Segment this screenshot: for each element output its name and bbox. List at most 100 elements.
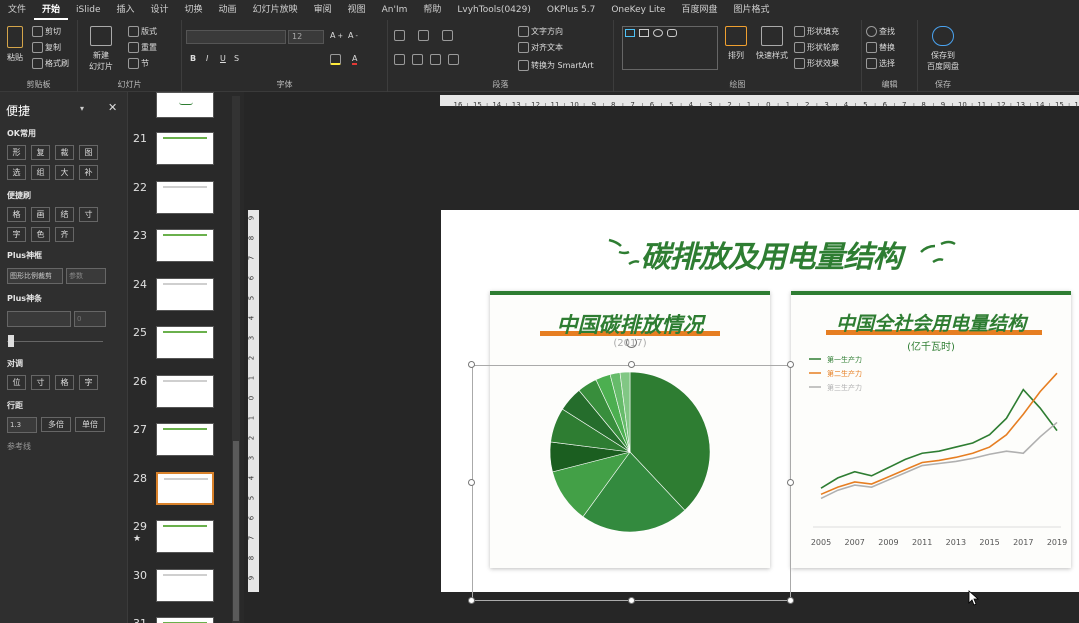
menu-tab[interactable]: 图片格式 (725, 0, 777, 20)
slide-thumbnail[interactable] (156, 423, 214, 456)
cut-button[interactable]: 剪切 (32, 26, 61, 37)
underline-icon[interactable]: U (220, 54, 226, 63)
menu-tab[interactable]: 开始 (34, 0, 69, 20)
find-button[interactable]: 查找 (866, 26, 895, 37)
slide-thumbnail[interactable] (156, 471, 214, 505)
bold-icon[interactable]: B (190, 54, 196, 63)
resize-handle[interactable] (787, 361, 794, 368)
replace-button[interactable]: 替换 (866, 42, 895, 53)
shape-fill-button[interactable]: 形状填充 (794, 26, 839, 37)
scrollbar-thumb[interactable] (233, 441, 239, 621)
textbox-shape-icon[interactable] (625, 29, 635, 37)
resize-handle[interactable] (468, 479, 475, 486)
vertical-ruler[interactable]: 9 8 7 6 5 4 3 2 1 0 1 2 3 4 5 6 7 8 9 (248, 210, 259, 592)
menu-tab[interactable]: 审阅 (306, 0, 340, 20)
series-line[interactable] (820, 388, 1058, 489)
rotate-handle-icon[interactable] (626, 337, 637, 348)
resize-handle[interactable] (468, 597, 475, 604)
horizontal-ruler[interactable]: 16 15 14 13 12 11 10 9 8 7 6 5 4 3 2 1 0 1 2 3 4 5 6 7 8 9 10 11 12 1… (440, 95, 1079, 109)
menu-tab[interactable]: 幻灯片放映 (245, 0, 306, 20)
slide-thumbnail[interactable] (156, 277, 214, 311)
single-spacing-button[interactable]: 单倍 (75, 417, 105, 432)
slide-thumbnail[interactable] (156, 617, 214, 623)
align-left-icon[interactable] (394, 54, 405, 65)
plus-bar-slider[interactable] (7, 341, 103, 342)
font-name-combo[interactable] (186, 30, 286, 44)
shape-effects-button[interactable]: 形状效果 (794, 58, 839, 69)
panel-tool-button[interactable]: 组 (31, 165, 50, 180)
panel-tool-button[interactable]: 格 (7, 207, 26, 222)
section-button[interactable]: 节 (128, 58, 149, 69)
panel-tool-button[interactable]: 补 (79, 165, 98, 180)
menu-tab[interactable]: An'Im (374, 0, 416, 20)
plus-bar-input[interactable] (7, 311, 71, 327)
copy-button[interactable]: 复制 (32, 42, 61, 53)
menu-tab[interactable]: 百度网盘 (673, 0, 725, 20)
menu-tab[interactable]: 帮助 (415, 0, 449, 20)
panel-tool-button[interactable]: 图 (79, 145, 98, 160)
slide-thumbnail[interactable] (156, 326, 214, 359)
pie-card-title[interactable]: 中国碳排放情况 (490, 309, 770, 339)
menu-tab[interactable]: 动画 (211, 0, 245, 20)
bullets-icon[interactable] (394, 30, 405, 41)
panel-tool-button[interactable]: 色 (31, 227, 50, 242)
numbering-icon[interactable] (418, 30, 429, 41)
oval-shape-icon[interactable] (653, 29, 663, 37)
line-chart[interactable]: 第一生产力第二生产力第三生产力 2005 2007 2009 2011 2013 2015 2… (799, 349, 1067, 559)
panel-tool-button[interactable]: 形 (7, 145, 26, 160)
align-center-icon[interactable] (412, 54, 423, 65)
panel-tool-button[interactable]: 结 (55, 207, 74, 222)
slide-thumbnail[interactable] (156, 374, 214, 408)
param-input[interactable]: 参数 (66, 268, 106, 284)
quick-styles-button[interactable]: 快速样式 (754, 26, 790, 61)
indent-icon[interactable] (442, 30, 453, 41)
crop-ratio-button[interactable]: 图形比例裁剪 (7, 268, 63, 284)
slide-thumbnail[interactable] (156, 180, 214, 214)
plus-bar-value[interactable]: 0 (74, 311, 106, 327)
panel-dropdown-icon[interactable]: ▾ (80, 104, 84, 113)
convert-smartart-button[interactable]: 转换为 SmartArt (518, 60, 594, 71)
panel-tool-button[interactable]: 复 (31, 145, 50, 160)
font-size-combo[interactable]: 12 (288, 30, 324, 44)
shape-outline-button[interactable]: 形状轮廓 (794, 42, 839, 53)
resize-handle[interactable] (628, 597, 635, 604)
rectangle-shape-icon[interactable] (639, 29, 649, 37)
panel-tool-button[interactable]: 大 (55, 165, 74, 180)
menu-tab[interactable]: iSlide (68, 0, 108, 20)
selection-box[interactable] (472, 365, 791, 601)
paste-button[interactable]: 粘贴 (4, 26, 26, 63)
panel-tool-button[interactable]: 选 (7, 165, 26, 180)
resize-handle[interactable] (787, 479, 794, 486)
reset-button[interactable]: 重置 (128, 42, 157, 53)
panel-tool-button[interactable]: 寸 (31, 375, 50, 390)
guides-link[interactable]: 参考线 (7, 441, 31, 452)
line-spacing-input[interactable]: 1.3 (7, 417, 37, 433)
panel-tool-button[interactable]: 字 (79, 375, 98, 390)
select-button[interactable]: 选择 (866, 58, 895, 69)
multiple-spacing-button[interactable]: 多倍 (41, 417, 71, 432)
panel-tool-button[interactable]: 位 (7, 375, 26, 390)
slide-thumbnail[interactable] (156, 132, 214, 165)
slide-thumbnail[interactable] (156, 229, 214, 262)
slide-title[interactable]: 碳排放及用电量结构 (621, 232, 921, 276)
panel-tool-button[interactable]: 裁 (55, 145, 74, 160)
justify-icon[interactable] (448, 54, 459, 65)
grow-font-icon[interactable]: A + (330, 31, 343, 40)
thumbnails-scrollbar[interactable] (232, 96, 240, 623)
resize-handle[interactable] (468, 361, 475, 368)
menu-tab[interactable]: 切换 (177, 0, 211, 20)
menu-tab[interactable]: 文件 (0, 0, 34, 20)
slider-thumb[interactable] (8, 335, 14, 347)
font-color-icon[interactable]: A (352, 54, 358, 65)
panel-tool-button[interactable]: 字 (7, 227, 26, 242)
menu-tab[interactable]: 插入 (109, 0, 143, 20)
menu-tab[interactable]: LvyhTools(0429) (449, 0, 538, 20)
align-text-button[interactable]: 对齐文本 (518, 42, 563, 53)
thumbnail-20[interactable] (156, 92, 214, 118)
new-slide-button[interactable]: 新建 幻灯片 (86, 26, 116, 72)
menu-tab[interactable]: 设计 (143, 0, 177, 20)
line-card-title[interactable]: 中国全社会用电量结构 (791, 309, 1071, 336)
highlight-icon[interactable] (330, 54, 341, 65)
shapes-gallery[interactable] (622, 26, 718, 70)
menu-tab[interactable]: 视图 (340, 0, 374, 20)
